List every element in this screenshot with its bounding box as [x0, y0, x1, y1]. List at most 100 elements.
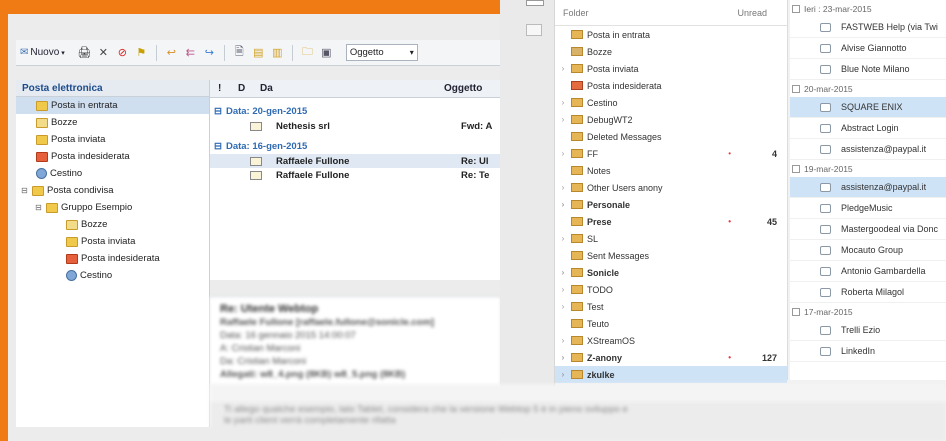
- message-row[interactable]: Raffaele Fullone Re: Ul: [210, 154, 500, 168]
- expand-arrow-icon[interactable]: ›: [555, 115, 571, 124]
- folder-item[interactable]: Deleted Messages: [555, 128, 787, 145]
- date-group[interactable]: Ieri : 23-mar-2015: [790, 0, 946, 17]
- print-icon[interactable]: 🖨: [77, 45, 92, 60]
- mail-row[interactable]: SQUARE ENIX: [790, 97, 946, 118]
- collapse-icon[interactable]: ⊟: [20, 186, 29, 195]
- new-button[interactable]: ✉ Nuovo ▾: [20, 47, 65, 58]
- expand-arrow-icon[interactable]: ›: [555, 285, 571, 294]
- mail-row[interactable]: Alvise Giannotto: [790, 38, 946, 59]
- folder-sent[interactable]: Posta inviata: [16, 131, 209, 148]
- folder-item[interactable]: › TODO: [555, 281, 787, 298]
- expand-arrow-icon[interactable]: ›: [555, 234, 571, 243]
- folder-item[interactable]: Notes: [555, 162, 787, 179]
- date-group[interactable]: ⊟ Data: 16-gen-2015: [210, 139, 500, 154]
- date-group[interactable]: 17-mar-2015: [790, 303, 946, 320]
- folder-group-drafts[interactable]: Bozze: [16, 216, 209, 233]
- mail-row[interactable]: Abstract Login: [790, 118, 946, 139]
- folder-drafts[interactable]: Bozze: [16, 114, 209, 131]
- folder-group-junk[interactable]: Posta indesiderata: [16, 250, 209, 267]
- folder-item[interactable]: › XStreamOS: [555, 332, 787, 349]
- folder-item[interactable]: Sent Messages: [555, 247, 787, 264]
- folder-shared[interactable]: ⊟ Posta condivisa: [16, 182, 209, 199]
- folder-item[interactable]: › Personale: [555, 196, 787, 213]
- expand-arrow-icon[interactable]: ›: [555, 336, 571, 345]
- copy-icon[interactable]: ▥: [270, 45, 285, 60]
- mail-row[interactable]: Blue Note Milano: [790, 59, 946, 80]
- column-folder[interactable]: Folder: [563, 8, 589, 18]
- expand-arrow-icon[interactable]: ›: [555, 268, 571, 277]
- move-icon[interactable]: ▤: [251, 45, 266, 60]
- flag-icon[interactable]: ⚑: [134, 45, 149, 60]
- expand-arrow-icon[interactable]: ›: [555, 98, 571, 107]
- folder-item[interactable]: Teuto: [555, 315, 787, 332]
- folder-trash[interactable]: Cestino: [16, 165, 209, 182]
- mail-row[interactable]: PledgeMusic: [790, 198, 946, 219]
- reply-icon[interactable]: ↩: [164, 45, 179, 60]
- reply-all-icon[interactable]: ⇇: [183, 45, 198, 60]
- expand-arrow-icon[interactable]: ›: [555, 64, 571, 73]
- folder-item[interactable]: › FF • 4: [555, 145, 787, 162]
- collapse-icon[interactable]: [792, 4, 800, 13]
- mail-row[interactable]: Antonio Gambardella: [790, 261, 946, 282]
- column-unread[interactable]: Unread: [737, 8, 767, 18]
- folder-item[interactable]: › Z-anony • 127: [555, 349, 787, 366]
- folder-inbox[interactable]: Posta in entrata: [16, 97, 209, 114]
- folder-item[interactable]: › DebugWT2: [555, 111, 787, 128]
- expand-arrow-icon[interactable]: ›: [555, 353, 571, 362]
- calendar-chip-icon[interactable]: [526, 0, 544, 6]
- date-group[interactable]: ⊟ Data: 20-gen-2015: [210, 104, 500, 119]
- folder-item[interactable]: › Other Users anony: [555, 179, 787, 196]
- mail-row[interactable]: FASTWEB Help (via Twi: [790, 17, 946, 38]
- collapse-icon[interactable]: ⊟: [34, 203, 43, 212]
- collapse-icon[interactable]: [792, 307, 800, 316]
- folder-item[interactable]: › SL: [555, 230, 787, 247]
- mail-row[interactable]: Mocauto Group: [790, 240, 946, 261]
- mail-row[interactable]: assistenza@paypal.it: [790, 139, 946, 160]
- folder-icon: [571, 234, 583, 243]
- column-from[interactable]: Da: [254, 83, 444, 94]
- expand-arrow-icon[interactable]: ›: [555, 183, 571, 192]
- expand-arrow-icon[interactable]: ›: [555, 149, 571, 158]
- date-group[interactable]: 19-mar-2015: [790, 160, 946, 177]
- column-attachment[interactable]: D: [232, 83, 254, 94]
- date-group[interactable]: 20-mar-2015: [790, 80, 946, 97]
- expand-arrow-icon[interactable]: ›: [555, 302, 571, 311]
- mail-row[interactable]: Trelli Ezio: [790, 320, 946, 341]
- forward-icon[interactable]: ↪: [202, 45, 217, 60]
- mail-row[interactable]: Mastergoodeal via Donc: [790, 219, 946, 240]
- mail-row[interactable]: LinkedIn: [790, 341, 946, 362]
- message-row[interactable]: Raffaele Fullone Re: Te: [210, 168, 500, 182]
- folder-item[interactable]: › Sonicle: [555, 264, 787, 281]
- document-icon[interactable]: 🗎: [232, 45, 247, 60]
- message-row[interactable]: Nethesis srl Fwd: A: [210, 119, 500, 133]
- folder-group-trash[interactable]: Cestino: [16, 267, 209, 284]
- folder-item[interactable]: › Posta inviata: [555, 60, 787, 77]
- collapse-icon[interactable]: [792, 84, 800, 93]
- folder-label: Bozze: [81, 219, 108, 230]
- folder-item[interactable]: Bozze: [555, 43, 787, 60]
- expand-arrow-icon[interactable]: ›: [555, 370, 571, 379]
- mail-row[interactable]: assistenza@paypal.it: [790, 177, 946, 198]
- folder-item[interactable]: Prese • 45: [555, 213, 787, 230]
- folder-group-sent[interactable]: Posta inviata: [16, 233, 209, 250]
- folder-item[interactable]: › Cestino: [555, 94, 787, 111]
- mail-row[interactable]: Roberta Milagol: [790, 282, 946, 303]
- folder-item[interactable]: Posta in entrata: [555, 26, 787, 43]
- search-field-select[interactable]: Oggetto ▾: [345, 44, 418, 61]
- folder-group[interactable]: ⊟ Gruppo Esempio: [16, 199, 209, 216]
- collapse-icon[interactable]: ⊟: [214, 106, 222, 117]
- folder-junk[interactable]: Posta indesiderata: [16, 148, 209, 165]
- collapse-icon[interactable]: [792, 164, 800, 173]
- folder-icon[interactable]: 🗀: [300, 45, 315, 60]
- block-icon[interactable]: ⊘: [115, 45, 130, 60]
- expand-arrow-icon[interactable]: ›: [555, 200, 571, 209]
- archive-icon[interactable]: ▣: [319, 45, 334, 60]
- column-subject[interactable]: Oggetto: [444, 83, 500, 94]
- folder-item[interactable]: Posta indesiderata: [555, 77, 787, 94]
- delete-icon[interactable]: ✕: [96, 45, 111, 60]
- folder-item[interactable]: › zkulke: [555, 366, 787, 383]
- calendar-icon[interactable]: [526, 24, 542, 36]
- column-flag[interactable]: !: [210, 83, 232, 94]
- collapse-icon[interactable]: ⊟: [214, 141, 222, 152]
- folder-item[interactable]: › Test: [555, 298, 787, 315]
